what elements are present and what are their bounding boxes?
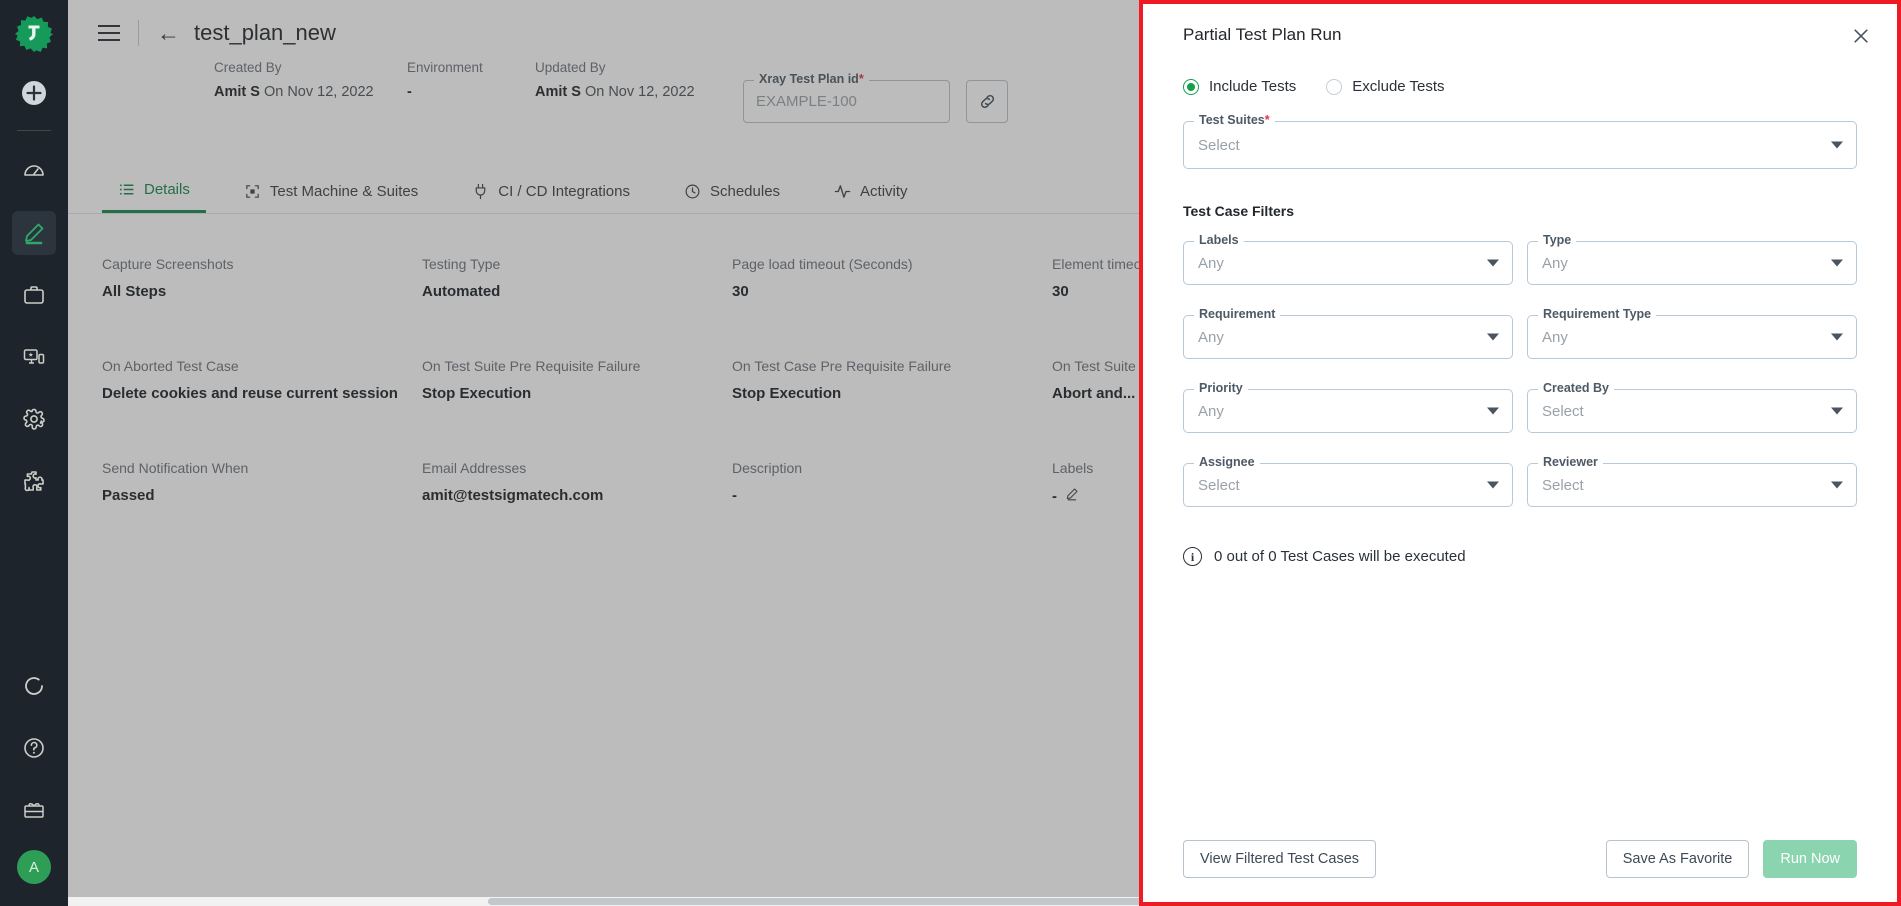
filter-label: Requirement Type bbox=[1538, 307, 1657, 321]
chevron-down-icon bbox=[1487, 481, 1499, 489]
sidebar-item-dashboard[interactable] bbox=[12, 149, 56, 193]
chevron-down-icon bbox=[1831, 481, 1843, 489]
chevron-down-icon bbox=[1487, 333, 1499, 341]
radio-label: Include Tests bbox=[1209, 78, 1297, 95]
radio-dot-icon bbox=[1326, 78, 1343, 95]
sidebar-item-projects[interactable] bbox=[12, 273, 56, 317]
filter-label: Created By bbox=[1538, 381, 1614, 395]
rail-divider bbox=[17, 130, 51, 131]
radio-include-tests[interactable]: Include Tests bbox=[1183, 78, 1296, 95]
execution-summary-text: 0 out of 0 Test Cases will be executed bbox=[1214, 548, 1466, 565]
test-suites-select[interactable]: Test Suites* Select bbox=[1183, 113, 1857, 169]
dialog-header: Partial Test Plan Run bbox=[1143, 4, 1897, 66]
chevron-down-icon bbox=[1487, 407, 1499, 415]
chevron-down-icon bbox=[1831, 141, 1843, 149]
avatar[interactable]: A bbox=[17, 850, 51, 884]
test-case-filters-grid: Labels Any Type Any Requirement Any Requ… bbox=[1183, 233, 1857, 507]
app-root: A ← test_plan_new Created By Amit S On N… bbox=[0, 0, 1901, 906]
sidebar-item-test-lab[interactable] bbox=[12, 335, 56, 379]
radio-dot-icon bbox=[1183, 78, 1199, 95]
filter-type-select[interactable]: Type Any bbox=[1527, 233, 1857, 285]
sidebar-item-help[interactable] bbox=[12, 726, 56, 770]
filter-assignee-select[interactable]: Assignee Select bbox=[1183, 455, 1513, 507]
filter-requirement-select[interactable]: Requirement Any bbox=[1183, 307, 1513, 359]
filter-label: Requirement bbox=[1194, 307, 1281, 321]
filter-priority-select[interactable]: Priority Any bbox=[1183, 381, 1513, 433]
filter-label: Labels bbox=[1194, 233, 1244, 247]
testsigma-logo-icon[interactable] bbox=[14, 14, 54, 54]
test-suites-label: Test Suites* bbox=[1194, 113, 1275, 127]
chevron-down-icon bbox=[1487, 259, 1499, 267]
filter-reviewer-select[interactable]: Reviewer Select bbox=[1527, 455, 1857, 507]
dialog-footer: View Filtered Test Cases Save As Favorit… bbox=[1143, 816, 1897, 902]
left-rail: A bbox=[0, 0, 68, 906]
dialog-body: Include Tests Exclude Tests Test Suites*… bbox=[1143, 66, 1897, 816]
dialog-title: Partial Test Plan Run bbox=[1183, 25, 1342, 44]
filter-placeholder: Select bbox=[1542, 402, 1584, 420]
plus-circle-icon[interactable] bbox=[19, 78, 49, 108]
filter-label: Reviewer bbox=[1538, 455, 1603, 469]
filter-placeholder: Any bbox=[1198, 254, 1224, 272]
test-case-filters-title: Test Case Filters bbox=[1183, 203, 1295, 219]
footer-actions: Save As Favorite Run Now bbox=[1605, 840, 1857, 878]
chevron-down-icon bbox=[1831, 259, 1843, 267]
run-now-button[interactable]: Run Now bbox=[1763, 840, 1857, 878]
test-scope-radio-group: Include Tests Exclude Tests bbox=[1183, 78, 1857, 95]
filter-placeholder: Any bbox=[1542, 328, 1568, 346]
filter-placeholder: Select bbox=[1542, 476, 1584, 494]
filter-placeholder: Any bbox=[1198, 328, 1224, 346]
chevron-down-icon bbox=[1831, 407, 1843, 415]
radio-exclude-tests[interactable]: Exclude Tests bbox=[1326, 78, 1445, 95]
filter-labels-select[interactable]: Labels Any bbox=[1183, 233, 1513, 285]
sidebar-item-whats-new[interactable] bbox=[12, 788, 56, 832]
radio-label: Exclude Tests bbox=[1352, 78, 1445, 95]
partial-test-plan-run-dialog: Partial Test Plan Run Include Tests Excl… bbox=[1139, 0, 1901, 906]
close-icon[interactable] bbox=[1849, 24, 1873, 48]
test-suites-placeholder: Select bbox=[1198, 136, 1240, 154]
filter-created-by-select[interactable]: Created By Select bbox=[1527, 381, 1857, 433]
filter-label: Assignee bbox=[1194, 455, 1260, 469]
filter-placeholder: Select bbox=[1198, 476, 1240, 494]
sidebar-item-addons[interactable] bbox=[12, 459, 56, 503]
info-icon: i bbox=[1183, 547, 1202, 566]
filter-placeholder: Any bbox=[1198, 402, 1224, 420]
execution-summary: i 0 out of 0 Test Cases will be executed bbox=[1183, 547, 1857, 566]
sidebar-item-running-jobs[interactable] bbox=[12, 664, 56, 708]
sidebar-item-settings[interactable] bbox=[12, 397, 56, 441]
filter-placeholder: Any bbox=[1542, 254, 1568, 272]
filter-label: Priority bbox=[1194, 381, 1248, 395]
chevron-down-icon bbox=[1831, 333, 1843, 341]
filter-label: Type bbox=[1538, 233, 1577, 247]
save-as-favorite-button[interactable]: Save As Favorite bbox=[1605, 840, 1750, 878]
test-suites-group: Test Suites* Select bbox=[1183, 113, 1857, 169]
sidebar-item-create-tests[interactable] bbox=[12, 211, 56, 255]
filter-requirement-type-select[interactable]: Requirement Type Any bbox=[1527, 307, 1857, 359]
view-filtered-test-cases-button[interactable]: View Filtered Test Cases bbox=[1183, 840, 1377, 878]
